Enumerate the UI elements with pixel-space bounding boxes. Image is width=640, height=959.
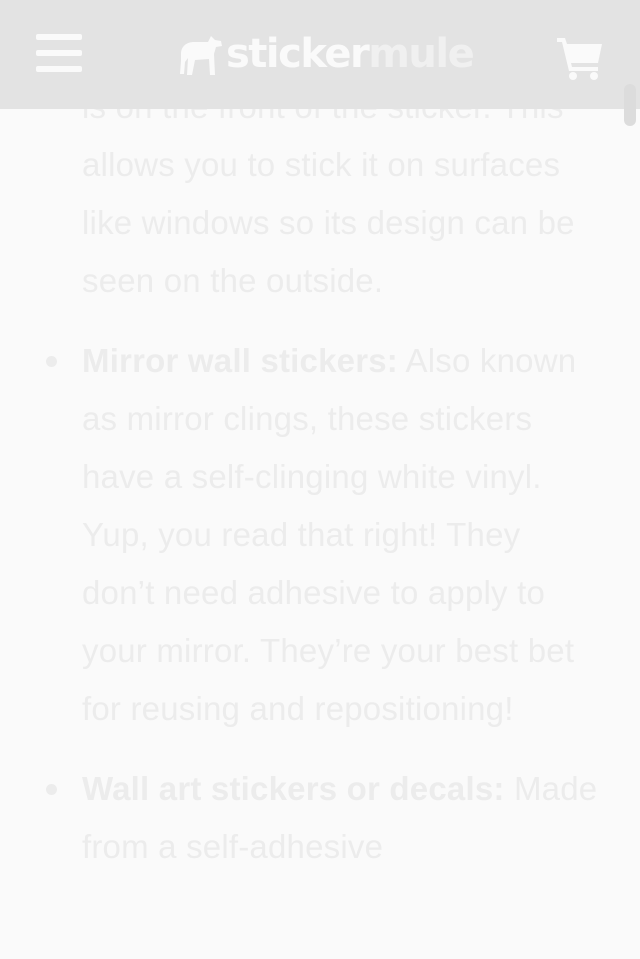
list-item-mirror-wall-stickers: Mirror wall stickers: Also known as mirr… [0, 332, 640, 738]
list-item-text: Also known as mirror clings, these stick… [82, 342, 577, 727]
scrollbar-thumb[interactable] [624, 84, 636, 126]
logo-text-sticker: sticker [226, 31, 370, 77]
top-navigation-bar: sticker mule [0, 0, 640, 109]
shopping-cart-icon[interactable] [556, 36, 604, 80]
sticker-type-list: Mirror wall stickers: Also known as mirr… [0, 332, 640, 876]
list-item-term: Mirror wall stickers: [82, 342, 398, 379]
page-viewport: is on the front of the sticker. This all… [0, 0, 640, 959]
logo-text-mule: mule [368, 31, 475, 77]
bullet-icon [46, 784, 57, 795]
list-item-term: Wall art stickers or decals: [82, 770, 505, 807]
list-item-wall-art-stickers: Wall art stickers or decals: Made from a… [0, 760, 640, 876]
stickermule-logo[interactable]: sticker mule [178, 26, 475, 82]
hamburger-menu-icon[interactable] [36, 34, 82, 72]
mule-logo-icon [180, 36, 222, 75]
article-body: is on the front of the sticker. This all… [0, 78, 640, 898]
continued-paragraph: is on the front of the sticker. This all… [82, 88, 575, 299]
bullet-icon [46, 356, 57, 367]
